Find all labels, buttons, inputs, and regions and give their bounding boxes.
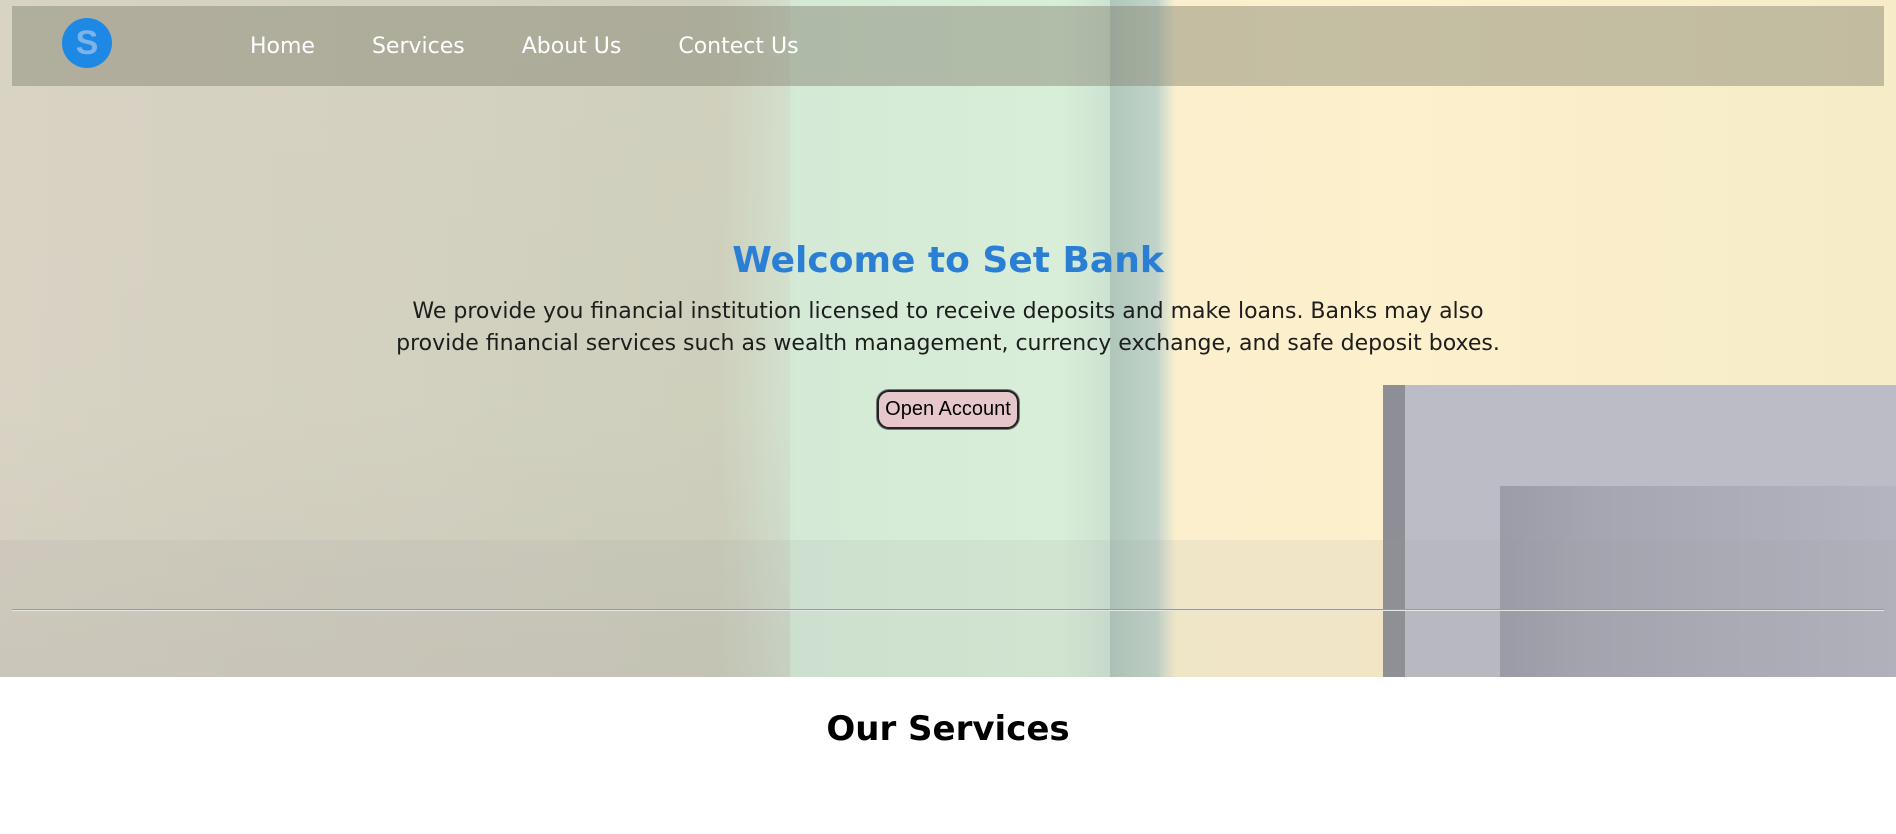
nav-links: Home Services About Us Contect Us [250,6,856,86]
open-account-button[interactable]: Open Account [877,390,1019,429]
hero-description: We provide you financial institution lic… [396,299,1500,356]
hero-title: Welcome to Set Bank [732,240,1164,281]
logo-icon[interactable]: S [62,18,112,68]
hero-section: S Home Services About Us Contect Us Welc… [0,0,1896,677]
nav-link-contact-us[interactable]: Contect Us [678,34,798,59]
services-section: Our Services [0,677,1896,834]
hero-divider [12,609,1884,611]
nav-link-home[interactable]: Home [250,34,315,59]
nav-link-about-us[interactable]: About Us [522,34,622,59]
nav-link-services[interactable]: Services [372,34,465,59]
services-title: Our Services [826,709,1070,749]
hero-content: Welcome to Set Bank We provide you finan… [0,232,1896,429]
top-navbar: S Home Services About Us Contect Us [12,6,1884,86]
